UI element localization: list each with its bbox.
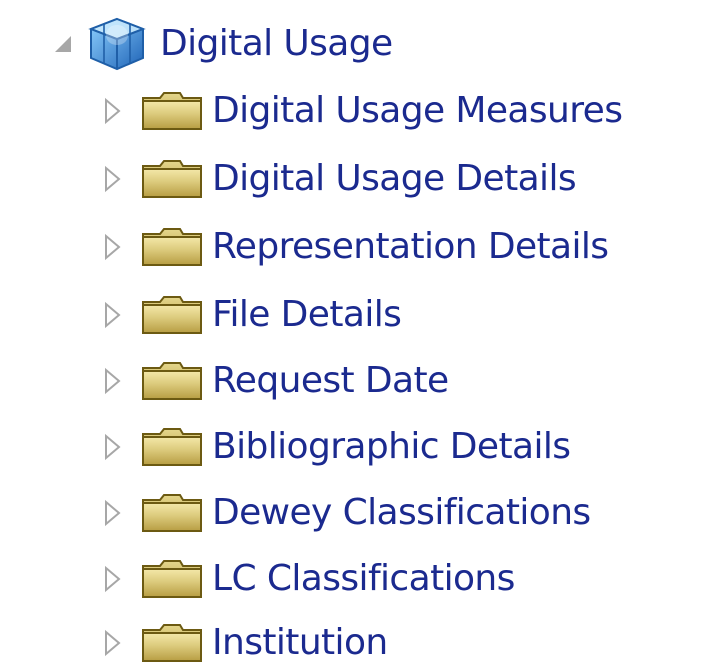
tree-node-bibliographic-details[interactable]: Bibliographic Details — [100, 416, 571, 478]
folder-icon — [140, 557, 204, 601]
collapsed-triangle-icon[interactable] — [100, 427, 126, 467]
collapsed-triangle-icon[interactable] — [100, 559, 126, 599]
folder-icon — [140, 359, 204, 403]
tree-node-label: Request Date — [212, 360, 449, 401]
tree-node-digital-usage-details[interactable]: Digital Usage Details — [100, 148, 577, 210]
tree-node-label: Digital Usage Details — [212, 158, 577, 199]
tree-node-label: File Details — [212, 294, 402, 335]
cube-icon — [84, 15, 150, 73]
folder-icon — [140, 491, 204, 535]
folder-icon — [140, 225, 204, 269]
tree-node-institution[interactable]: Institution — [100, 612, 388, 667]
folder-icon — [140, 157, 204, 201]
tree-node-label: Institution — [212, 622, 388, 663]
folder-icon — [140, 89, 204, 133]
collapsed-triangle-icon[interactable] — [100, 623, 126, 663]
tree-node-label: LC Classifications — [212, 558, 515, 599]
tree-node-label: Digital Usage Measures — [212, 90, 623, 131]
tree-node-digital-usage[interactable]: Digital Usage — [44, 13, 393, 75]
folder-icon — [140, 621, 204, 665]
collapsed-triangle-icon[interactable] — [100, 493, 126, 533]
tree-node-request-date[interactable]: Request Date — [100, 350, 449, 412]
expanded-triangle-icon[interactable] — [44, 24, 82, 64]
collapsed-triangle-icon[interactable] — [100, 361, 126, 401]
tree-node-label: Bibliographic Details — [212, 426, 571, 467]
folder-icon — [140, 425, 204, 469]
tree-node-digital-usage-measures[interactable]: Digital Usage Measures — [100, 80, 623, 142]
tree-node-representation-details[interactable]: Representation Details — [100, 216, 609, 278]
collapsed-triangle-icon[interactable] — [100, 91, 126, 131]
collapsed-triangle-icon[interactable] — [100, 227, 126, 267]
tree-node-lc-classifications[interactable]: LC Classifications — [100, 548, 515, 610]
collapsed-triangle-icon[interactable] — [100, 295, 126, 335]
folder-icon — [140, 293, 204, 337]
tree-node-file-details[interactable]: File Details — [100, 284, 402, 346]
tree-node-label: Dewey Classifications — [212, 492, 591, 533]
tree-view: Digital Usage Digital Usage Measures Dig… — [0, 0, 713, 667]
tree-node-dewey-classifications[interactable]: Dewey Classifications — [100, 482, 591, 544]
tree-node-label: Digital Usage — [160, 23, 393, 64]
collapsed-triangle-icon[interactable] — [100, 159, 126, 199]
tree-node-label: Representation Details — [212, 226, 609, 267]
